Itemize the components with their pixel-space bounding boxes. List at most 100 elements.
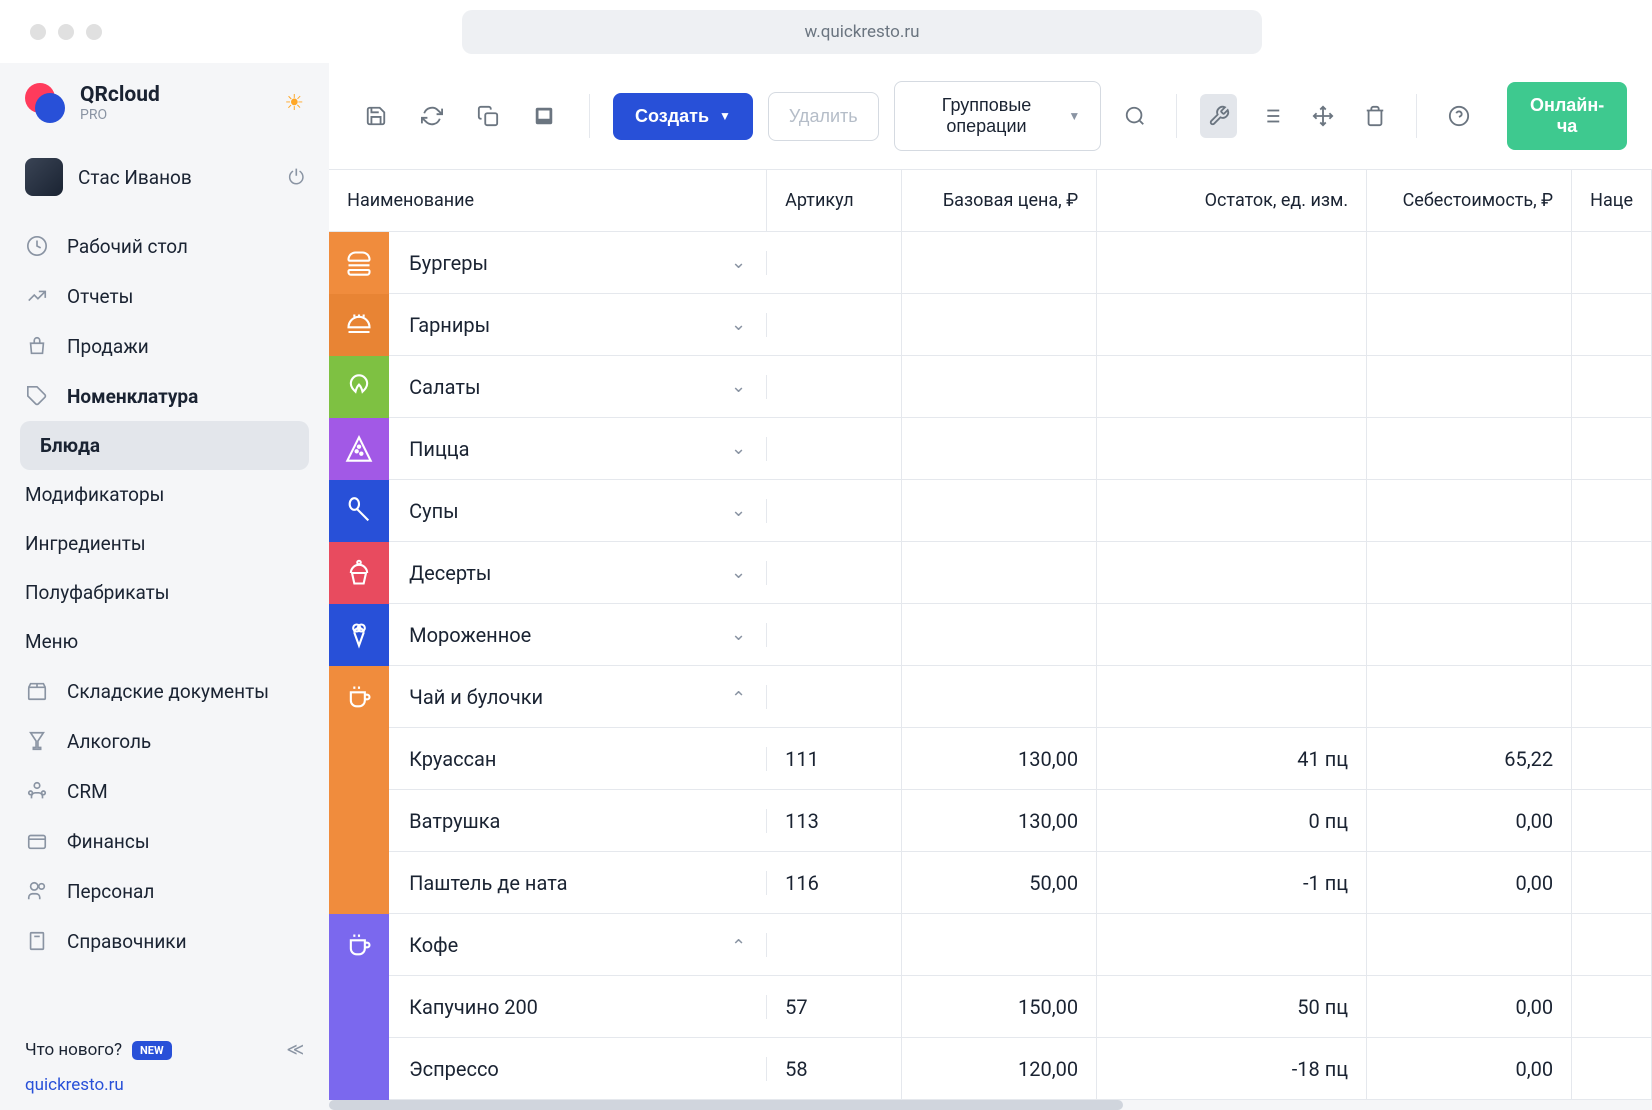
group-operations-button[interactable]: Групповые операции ▼ [894, 81, 1102, 151]
column-price[interactable]: Базовая цена, ₽ [902, 170, 1097, 231]
nav-label: CRM [67, 780, 108, 803]
toolbar: Создать ▼ Удалить Групповые операции ▼ О… [329, 63, 1652, 170]
save-icon[interactable] [354, 94, 398, 138]
item-name: Круассан [389, 747, 767, 771]
app-name: QRcloud [80, 83, 160, 107]
item-price: 120,00 [902, 1038, 1097, 1100]
horizontal-scrollbar[interactable] [329, 1100, 1652, 1110]
refresh-icon[interactable] [410, 94, 454, 138]
item-price: 130,00 [902, 790, 1097, 852]
maximize-window[interactable] [86, 24, 102, 40]
nav-item-chart[interactable]: Отчеты [0, 271, 329, 321]
nav-label: Алкоголь [67, 730, 151, 753]
table-container: Наименование Артикул Базовая цена, ₽ Ост… [329, 170, 1652, 1100]
category-row[interactable]: Гарниры ⌄ [329, 294, 1652, 356]
pizza-icon [329, 418, 389, 480]
help-icon[interactable] [1440, 94, 1477, 138]
nav-item-glass[interactable]: Алкоголь [0, 716, 329, 766]
chevron-down-icon[interactable]: ⌄ [731, 562, 746, 583]
chart-icon [25, 284, 49, 308]
item-name: Капучино 200 [389, 995, 767, 1019]
category-row[interactable]: Чай и булочки ⌄ [329, 666, 1652, 728]
nav-item-wallet[interactable]: Финансы [0, 816, 329, 866]
category-row[interactable]: Десерты ⌄ [329, 542, 1652, 604]
column-markup[interactable]: Наце [1572, 170, 1652, 231]
chevron-down-icon[interactable]: ⌄ [731, 252, 746, 273]
users-icon [25, 879, 49, 903]
user-name: Стас Иванов [78, 166, 192, 189]
nav-item-basket[interactable]: Продажи [0, 321, 329, 371]
chevron-down-icon[interactable]: ⌄ [731, 376, 746, 397]
collapse-sidebar-icon[interactable]: ≪ [286, 1040, 304, 1060]
nav-label: Складские документы [67, 680, 269, 703]
category-row[interactable]: Супы ⌄ [329, 480, 1652, 542]
category-row[interactable]: Кофе ⌄ [329, 914, 1652, 976]
item-cost: 0,00 [1367, 1038, 1572, 1100]
theme-toggle[interactable]: ☀ [284, 91, 304, 116]
table-row[interactable]: Паштель де ната 116 50,00 -1 пц 0,00 [329, 852, 1652, 914]
copy-icon[interactable] [466, 94, 510, 138]
online-chat-button[interactable]: Онлайн-ча [1507, 82, 1627, 150]
column-stock[interactable]: Остаток, ед. изм. [1097, 170, 1367, 231]
sub-nav-item[interactable]: Блюда [20, 421, 309, 470]
category-row[interactable]: Мороженное ⌄ [329, 604, 1652, 666]
search-icon[interactable] [1116, 94, 1153, 138]
chevron-down-icon[interactable]: ⌄ [731, 500, 746, 521]
minimize-window[interactable] [58, 24, 74, 40]
nav-item-dashboard[interactable]: Рабочий стол [0, 221, 329, 271]
chevron-down-icon[interactable]: ⌄ [731, 624, 746, 645]
table-row[interactable]: Ватрушка 113 130,00 0 пц 0,00 [329, 790, 1652, 852]
table-row[interactable]: Эспрессо 58 120,00 -18 пц 0,00 [329, 1038, 1652, 1100]
nav-item-people[interactable]: CRM [0, 766, 329, 816]
column-name[interactable]: Наименование [329, 170, 767, 231]
category-name: Десерты [409, 561, 491, 585]
nav-item-tag[interactable]: Номенклатура [0, 371, 329, 421]
nav-item-book[interactable]: Справочники [0, 916, 329, 966]
sub-nav-item[interactable]: Модификаторы [0, 470, 329, 519]
book-icon [25, 929, 49, 953]
tools-icon[interactable] [1200, 94, 1237, 138]
nav-item-box[interactable]: Складские документы [0, 666, 329, 716]
burger-icon [329, 232, 389, 294]
sub-nav-item[interactable]: Полуфабрикаты [0, 568, 329, 617]
chevron-up-icon[interactable]: ⌄ [731, 934, 746, 955]
sub-nav-item[interactable]: Ингредиенты [0, 519, 329, 568]
column-cost[interactable]: Себестоимость, ₽ [1367, 170, 1572, 231]
tag-icon [25, 384, 49, 408]
list-icon[interactable] [1252, 94, 1289, 138]
chevron-up-icon[interactable]: ⌄ [731, 686, 746, 707]
table-row[interactable]: Капучино 200 57 150,00 50 пц 0,00 [329, 976, 1652, 1038]
column-article[interactable]: Артикул [767, 170, 902, 231]
item-name: Эспрессо [389, 1057, 767, 1081]
user-avatar[interactable] [25, 158, 63, 196]
footer-link[interactable]: quickresto.ru [25, 1075, 304, 1095]
user-row: Стас Иванов ⏻ [0, 143, 329, 211]
chevron-down-icon[interactable]: ⌄ [731, 438, 746, 459]
item-article: 58 [767, 1038, 902, 1100]
panel-icon[interactable] [522, 94, 566, 138]
category-name: Гарниры [409, 313, 490, 337]
delete-button[interactable]: Удалить [768, 92, 879, 141]
item-stock: 50 пц [1097, 976, 1367, 1038]
trash-icon[interactable] [1356, 94, 1393, 138]
create-button[interactable]: Создать ▼ [613, 93, 753, 140]
chevron-down-icon[interactable]: ⌄ [731, 314, 746, 335]
nav-item-users[interactable]: Персонал [0, 866, 329, 916]
salad-icon [329, 356, 389, 418]
item-cost: 0,00 [1367, 976, 1572, 1038]
category-row[interactable]: Салаты ⌄ [329, 356, 1652, 418]
item-cost: 65,22 [1367, 728, 1572, 790]
close-window[interactable] [30, 24, 46, 40]
nav-label: Продажи [67, 335, 149, 358]
whats-new-label[interactable]: Что нового? [25, 1040, 122, 1060]
power-icon[interactable]: ⏻ [288, 165, 304, 189]
sidebar-footer: Что нового? NEW ≪ quickresto.ru [0, 1025, 329, 1110]
move-icon[interactable] [1304, 94, 1341, 138]
item-article: 113 [767, 790, 902, 852]
sub-nav-item[interactable]: Меню [0, 617, 329, 666]
url-bar[interactable]: w.quickresto.ru [462, 10, 1262, 54]
category-row[interactable]: Бургеры ⌄ [329, 232, 1652, 294]
table-row[interactable]: Круассан 111 130,00 41 пц 65,22 [329, 728, 1652, 790]
item-price: 150,00 [902, 976, 1097, 1038]
category-row[interactable]: Пицца ⌄ [329, 418, 1652, 480]
